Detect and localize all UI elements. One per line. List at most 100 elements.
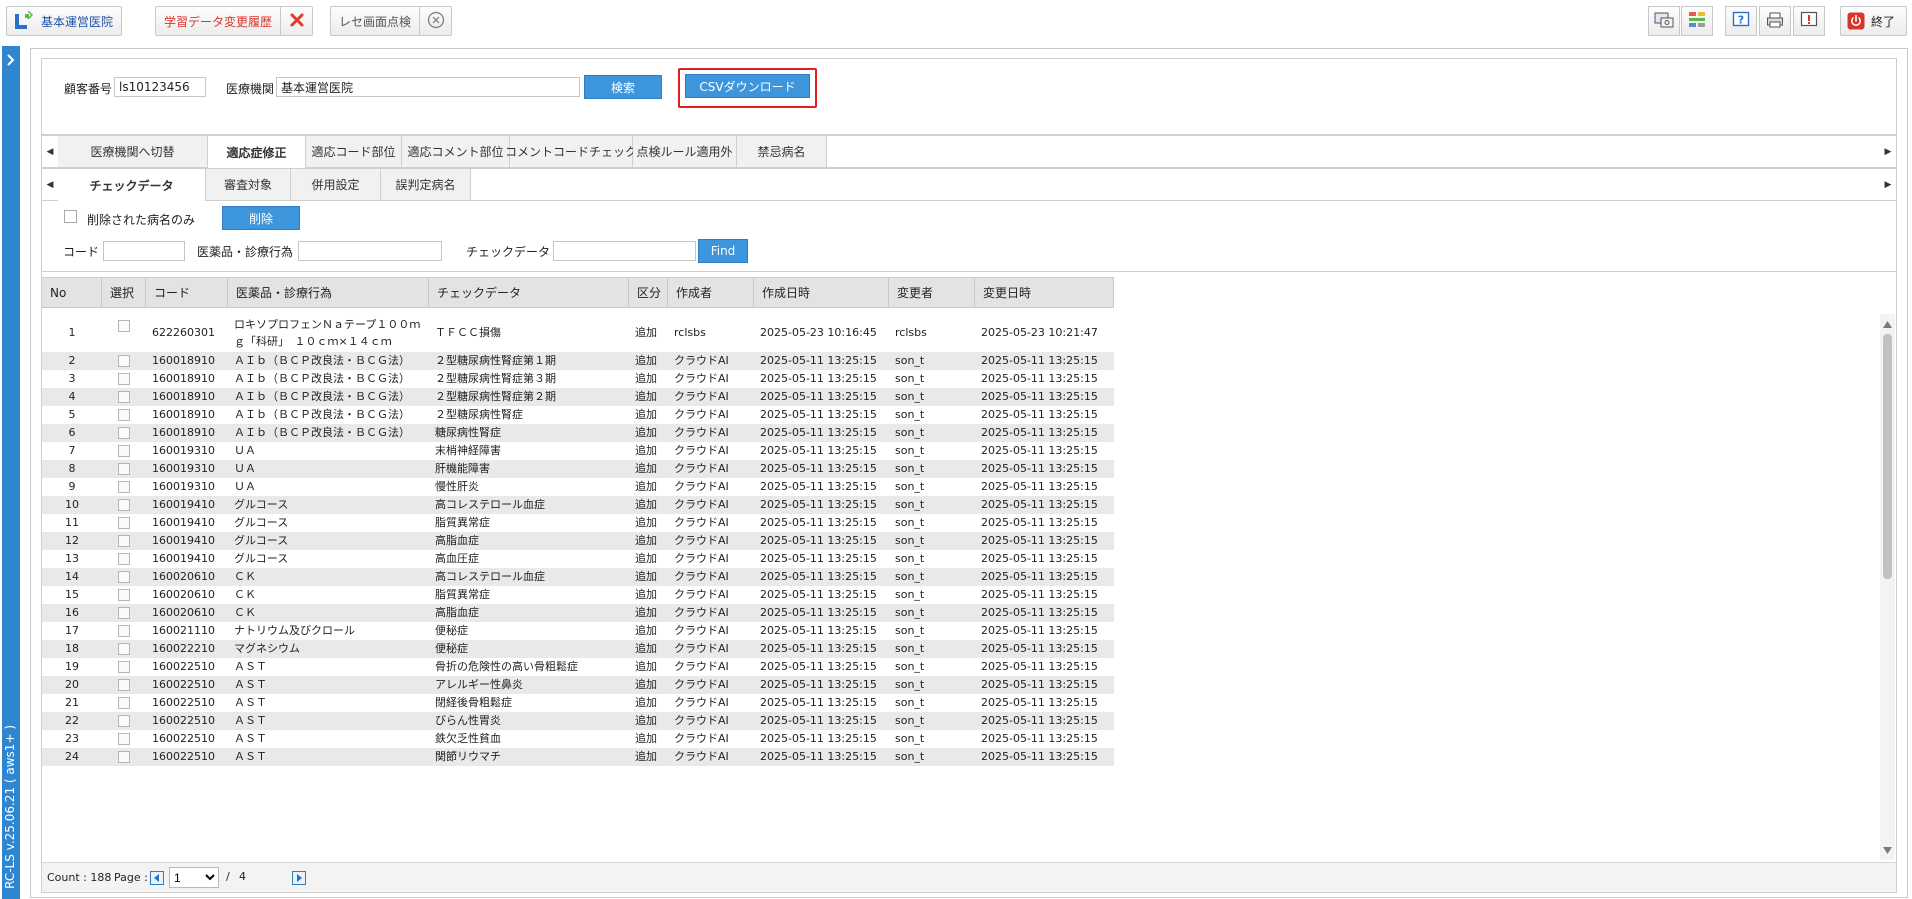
row-select-checkbox[interactable]	[118, 517, 130, 529]
table-row[interactable]: 19 160022510 ＡＳＴ 骨折の危険性の高い骨粗鬆症 追加 クラウドAI 2025-…	[42, 658, 1114, 676]
row-select-checkbox[interactable]	[118, 445, 130, 457]
notice-button[interactable]	[1793, 6, 1825, 36]
customer-no-input[interactable]	[114, 77, 206, 97]
tab-secondary-1[interactable]: 審査対象	[206, 169, 291, 200]
col-header-created[interactable]: 作成日時	[754, 278, 889, 308]
table-row[interactable]: 11 160019410 グルコース 脂質異常症 追加 クラウドAI 2025-05-11 …	[42, 514, 1114, 532]
grid-scrollbar[interactable]	[1880, 314, 1895, 860]
row-select-checkbox[interactable]	[118, 751, 130, 763]
history-tab[interactable]: 学習データ変更履歴	[155, 6, 314, 36]
table-row[interactable]: 9 160019310 ＵＡ 慢性肝炎 追加 クラウドAI 2025-05-11 13:25…	[42, 478, 1114, 496]
row-select-checkbox[interactable]	[118, 463, 130, 475]
row-select-checkbox[interactable]	[118, 715, 130, 727]
table-row[interactable]: 24 160022510 ＡＳＴ 関節リウマチ 追加 クラウドAI 2025-05-11 1…	[42, 748, 1114, 766]
col-header-modified[interactable]: 変更日時	[975, 278, 1114, 308]
table-row[interactable]: 5 160018910 ＡＩｂ（ＢＣＰ改良法・ＢＣＧ法） ２型糖尿病性腎症 追加 クラウド…	[42, 406, 1114, 424]
exit-button[interactable]: 終了	[1840, 6, 1907, 36]
row-select-checkbox[interactable]	[118, 355, 130, 367]
table-row[interactable]: 1 622260301 ロキソプロフェンＮａテープ１００ｍ ｇ「科研」 １０ｃｍ…	[42, 314, 1114, 352]
row-select-checkbox[interactable]	[118, 481, 130, 493]
row-select-checkbox[interactable]	[118, 589, 130, 601]
tab-primary-5[interactable]: 点検ルール適用外	[633, 136, 737, 167]
tab-secondary-2[interactable]: 併用設定	[291, 169, 381, 200]
table-row[interactable]: 16 160020610 ＣＫ 高脂血症 追加 クラウドAI 2025-05-11 13:2…	[42, 604, 1114, 622]
table-row[interactable]: 21 160022510 ＡＳＴ 閉経後骨粗鬆症 追加 クラウドAI 2025-05-11 …	[42, 694, 1114, 712]
csv-download-button[interactable]: CSVダウンロード	[685, 74, 810, 98]
table-row[interactable]: 10 160019410 グルコース 高コレステロール血症 追加 クラウドAI 2025-0…	[42, 496, 1114, 514]
col-header-select[interactable]: 選択	[102, 278, 146, 308]
table-row[interactable]: 7 160019310 ＵＡ 末梢神経障害 追加 クラウドAI 2025-05-11 13:…	[42, 442, 1114, 460]
row-select-checkbox[interactable]	[118, 625, 130, 637]
check-data-input[interactable]	[553, 241, 696, 261]
col-header-kubun[interactable]: 区分	[629, 278, 668, 308]
row-select-checkbox[interactable]	[118, 697, 130, 709]
table-row[interactable]: 8 160019310 ＵＡ 肝機能障害 追加 クラウドAI 2025-05-11 13:2…	[42, 460, 1114, 478]
table-row[interactable]: 4 160018910 ＡＩｂ（ＢＣＰ改良法・ＢＣＧ法） ２型糖尿病性腎症第２期 追加 ク…	[42, 388, 1114, 406]
scroll-up-icon[interactable]	[1883, 317, 1892, 331]
col-header-code[interactable]: コード	[146, 278, 228, 308]
deleted-only-checkbox[interactable]	[64, 210, 77, 223]
inspection-tab[interactable]: レセ画面点検	[330, 6, 453, 36]
row-select-checkbox[interactable]	[118, 499, 130, 511]
col-header-check[interactable]: チェックデータ	[429, 278, 629, 308]
delete-button[interactable]: 削除	[222, 206, 300, 230]
tab-scroll-left-button[interactable]: ◀	[42, 136, 58, 167]
subtab-scroll-left-button[interactable]: ◀	[42, 169, 58, 200]
chevron-right-icon[interactable]	[6, 54, 16, 69]
tab-primary-6[interactable]: 禁忌病名	[737, 136, 827, 167]
next-page-button[interactable]	[292, 871, 306, 885]
page-select[interactable]: 1	[169, 867, 219, 888]
row-select-checkbox[interactable]	[118, 607, 130, 619]
row-select-checkbox[interactable]	[118, 679, 130, 691]
row-select-checkbox[interactable]	[118, 409, 130, 421]
row-select-checkbox[interactable]	[118, 391, 130, 403]
row-select-checkbox[interactable]	[118, 535, 130, 547]
col-header-creator[interactable]: 作成者	[668, 278, 754, 308]
find-button[interactable]: Find	[698, 239, 748, 263]
row-select-checkbox[interactable]	[118, 320, 130, 332]
close-inspection-tab-button[interactable]	[419, 7, 451, 35]
tab-primary-3[interactable]: 適応コメント部位	[402, 136, 510, 167]
row-select-checkbox[interactable]	[118, 553, 130, 565]
drug-input[interactable]	[298, 241, 442, 261]
side-collapse-bar[interactable]: RC-LS v.25.06.21 ( aws1+ )	[2, 46, 20, 899]
table-row[interactable]: 17 160021110 ナトリウム及びクロール 便秘症 追加 クラウドAI 2025-05…	[42, 622, 1114, 640]
table-row[interactable]: 2 160018910 ＡＩｂ（ＢＣＰ改良法・ＢＣＧ法） ２型糖尿病性腎症第１期 追加 ク…	[42, 352, 1114, 370]
scroll-thumb[interactable]	[1883, 334, 1892, 579]
code-input[interactable]	[103, 241, 185, 261]
table-row[interactable]: 15 160020610 ＣＫ 脂質異常症 追加 クラウドAI 2025-05-11 13:…	[42, 586, 1114, 604]
table-row[interactable]: 18 160022210 マグネシウム 便秘症 追加 クラウドAI 2025-05-11 1…	[42, 640, 1114, 658]
col-header-no[interactable]: No	[42, 278, 102, 308]
print-button[interactable]	[1759, 6, 1791, 36]
row-select-checkbox[interactable]	[118, 427, 130, 439]
tab-primary-0[interactable]: 医療機関へ切替	[58, 136, 208, 167]
row-select-checkbox[interactable]	[118, 571, 130, 583]
row-select-checkbox[interactable]	[118, 373, 130, 385]
table-row[interactable]: 3 160018910 ＡＩｂ（ＢＣＰ改良法・ＢＣＧ法） ２型糖尿病性腎症第３期 追加 ク…	[42, 370, 1114, 388]
tab-scroll-right-button[interactable]: ▶	[1880, 136, 1896, 167]
table-row[interactable]: 6 160018910 ＡＩｂ（ＢＣＰ改良法・ＢＣＧ法） 糖尿病性腎症 追加 クラウドAI…	[42, 424, 1114, 442]
table-row[interactable]: 22 160022510 ＡＳＴ びらん性胃炎 追加 クラウドAI 2025-05-11 1…	[42, 712, 1114, 730]
scroll-down-icon[interactable]	[1883, 843, 1892, 857]
close-history-tab-button[interactable]	[280, 7, 312, 35]
help-button[interactable]: ?	[1725, 6, 1757, 36]
layout-button[interactable]	[1681, 6, 1713, 36]
row-select-checkbox[interactable]	[118, 643, 130, 655]
row-select-checkbox[interactable]	[118, 733, 130, 745]
table-row[interactable]: 23 160022510 ＡＳＴ 鉄欠乏性貧血 追加 クラウドAI 2025-05-11 1…	[42, 730, 1114, 748]
table-row[interactable]: 20 160022510 ＡＳＴ アレルギー性鼻炎 追加 クラウドAI 2025-05-11…	[42, 676, 1114, 694]
table-row[interactable]: 13 160019410 グルコース 高血圧症 追加 クラウドAI 2025-05-11 1…	[42, 550, 1114, 568]
tab-secondary-0[interactable]: チェックデータ	[58, 169, 206, 201]
subtab-scroll-right-button[interactable]: ▶	[1880, 169, 1896, 200]
prev-page-button[interactable]	[150, 871, 164, 885]
row-select-checkbox[interactable]	[118, 661, 130, 673]
app-tab[interactable]: 基本運営医院	[6, 6, 123, 36]
col-header-drug[interactable]: 医薬品・診療行為	[228, 278, 429, 308]
table-row[interactable]: 12 160019410 グルコース 高脂血症 追加 クラウドAI 2025-05-11 1…	[42, 532, 1114, 550]
table-row[interactable]: 14 160020610 ＣＫ 高コレステロール血症 追加 クラウドAI 2025-05-1…	[42, 568, 1114, 586]
tab-primary-1[interactable]: 適応症修正	[208, 136, 306, 168]
screen-switch-button[interactable]	[1648, 6, 1680, 36]
tab-secondary-3[interactable]: 誤判定病名	[381, 169, 471, 200]
tab-primary-4[interactable]: コメントコードチェック	[505, 136, 637, 167]
search-button[interactable]: 検索	[584, 75, 662, 99]
